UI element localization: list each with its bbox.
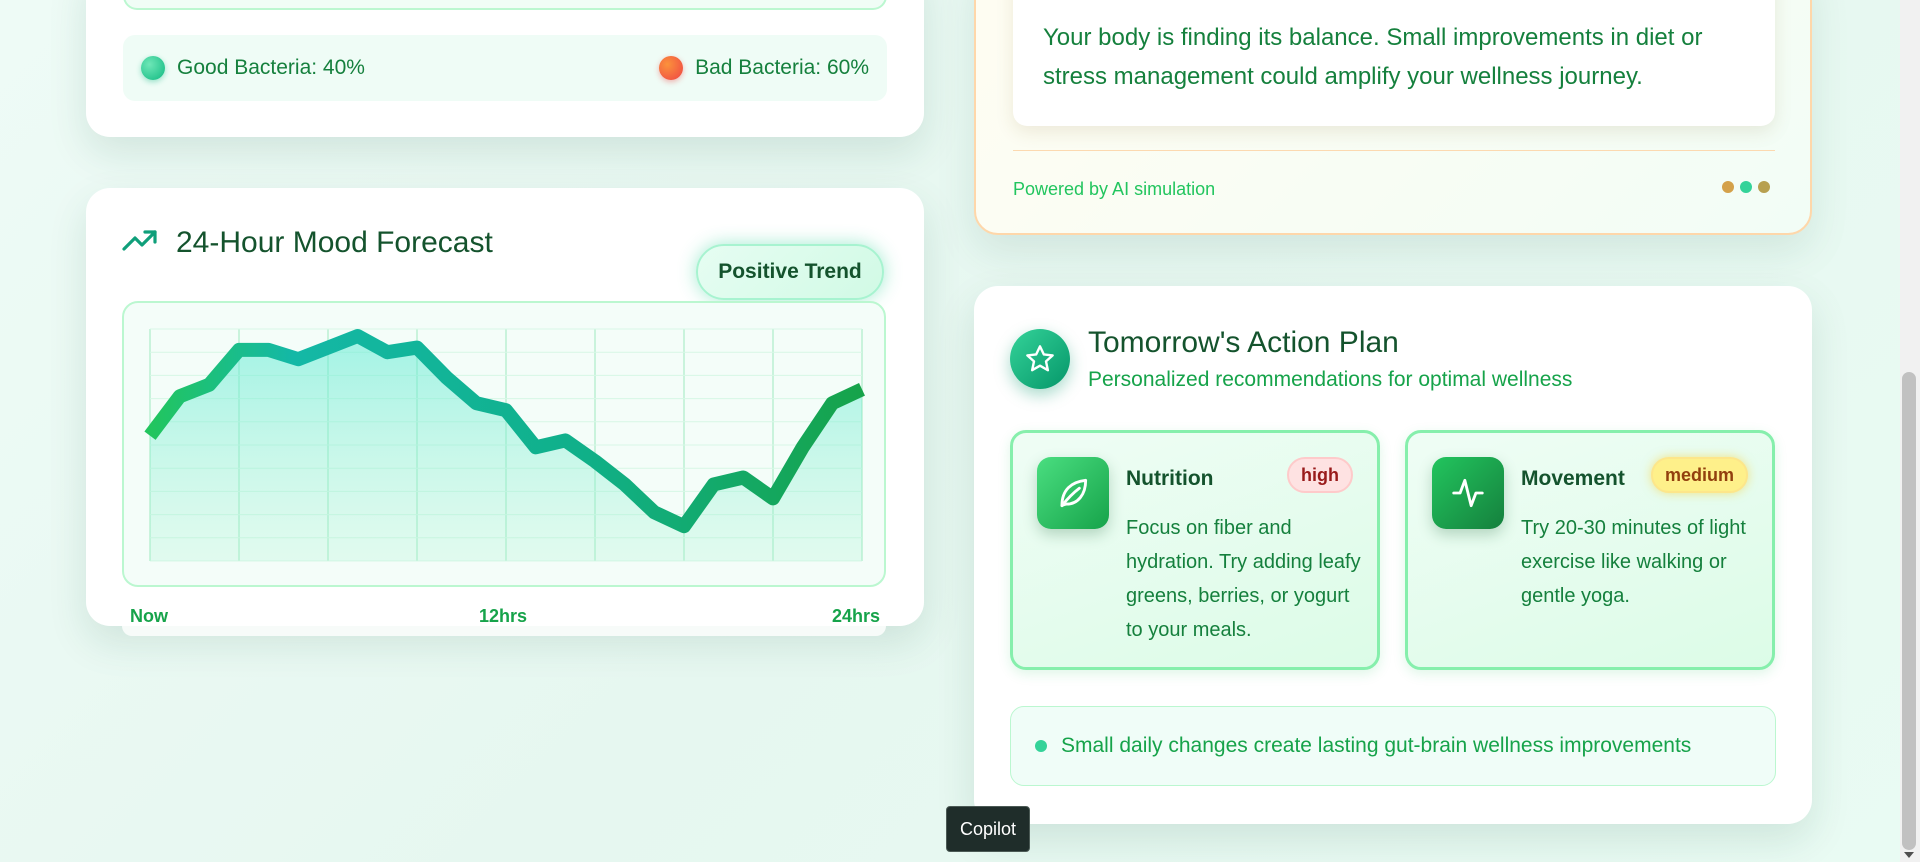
scrollbar-thumb[interactable] (1902, 372, 1916, 850)
priority-medium-badge: medium (1650, 457, 1748, 493)
ai-dot-icon (1758, 181, 1770, 193)
action-plan-title: Tomorrow's Action Plan (1088, 326, 1399, 359)
bullet-dot-icon (1035, 740, 1047, 752)
ai-dot-icon (1722, 181, 1734, 193)
bacteria-card: Good Bacteria: 40% Bad Bacteria: 60% (86, 0, 924, 137)
activity-icon (1432, 457, 1504, 529)
bad-bacteria-dot-icon (659, 56, 684, 80)
ai-divider (1013, 150, 1775, 151)
mood-chart (122, 301, 886, 587)
mood-forecast-card: 24-Hour Mood Forecast Positive Trend Now (86, 188, 924, 636)
x-label-24hrs: 24hrs (832, 606, 881, 626)
bacteria-bar-bottom (123, 0, 887, 10)
mood-header: 24-Hour Mood Forecast (122, 226, 493, 260)
ai-dot-icon (1740, 181, 1752, 193)
good-bacteria-label: Good Bacteria: 40% (177, 56, 365, 79)
trending-up-icon (122, 229, 158, 258)
ai-insight-card: Your body is finding its balance. Small … (974, 0, 1812, 235)
action-plan-card: Tomorrow's Action Plan Personalized reco… (974, 286, 1812, 824)
nutrition-recommendation[interactable]: Nutrition high Focus on fiber and hydrat… (1010, 430, 1380, 670)
movement-text: Try 20-30 minutes of light exercise like… (1521, 517, 1746, 607)
mood-forecast-title: 24-Hour Mood Forecast (176, 226, 493, 259)
legend-bad-bacteria: Bad Bacteria: 60% (659, 56, 869, 80)
copilot-tooltip: Copilot (946, 806, 1031, 852)
x-label-12hrs: 12hrs (479, 606, 528, 626)
mood-chart-svg (144, 328, 865, 562)
action-plan-footer: Small daily changes create lasting gut-b… (1010, 706, 1776, 786)
ai-typing-dots (1722, 181, 1770, 193)
good-bacteria-dot-icon (141, 56, 165, 80)
bad-bacteria-label: Bad Bacteria: 60% (695, 56, 869, 79)
action-plan-subtitle: Personalized recommendations for optimal… (1088, 368, 1573, 391)
nutrition-text: Focus on fiber and hydration. Try adding… (1126, 517, 1361, 641)
bacteria-legend: Good Bacteria: 40% Bad Bacteria: 60% (123, 35, 887, 101)
action-plan-footer-text: Small daily changes create lasting gut-b… (1061, 734, 1692, 757)
x-label-now: Now (130, 606, 168, 626)
movement-recommendation[interactable]: Movement medium Try 20-30 minutes of lig… (1405, 430, 1775, 670)
priority-high-badge: high (1287, 457, 1353, 493)
leaf-icon (1037, 457, 1109, 529)
movement-title: Movement (1521, 467, 1625, 490)
chart-bottom-strip (122, 626, 886, 636)
ai-powered-by-label: Powered by AI simulation (1013, 179, 1216, 199)
scroll-down-arrow-icon[interactable] (1904, 852, 1914, 858)
positive-trend-badge: Positive Trend (696, 244, 884, 300)
nutrition-title: Nutrition (1126, 467, 1214, 490)
star-icon (1010, 329, 1070, 389)
ai-message: Your body is finding its balance. Small … (1013, 0, 1775, 126)
legend-good-bacteria: Good Bacteria: 40% (141, 56, 365, 80)
